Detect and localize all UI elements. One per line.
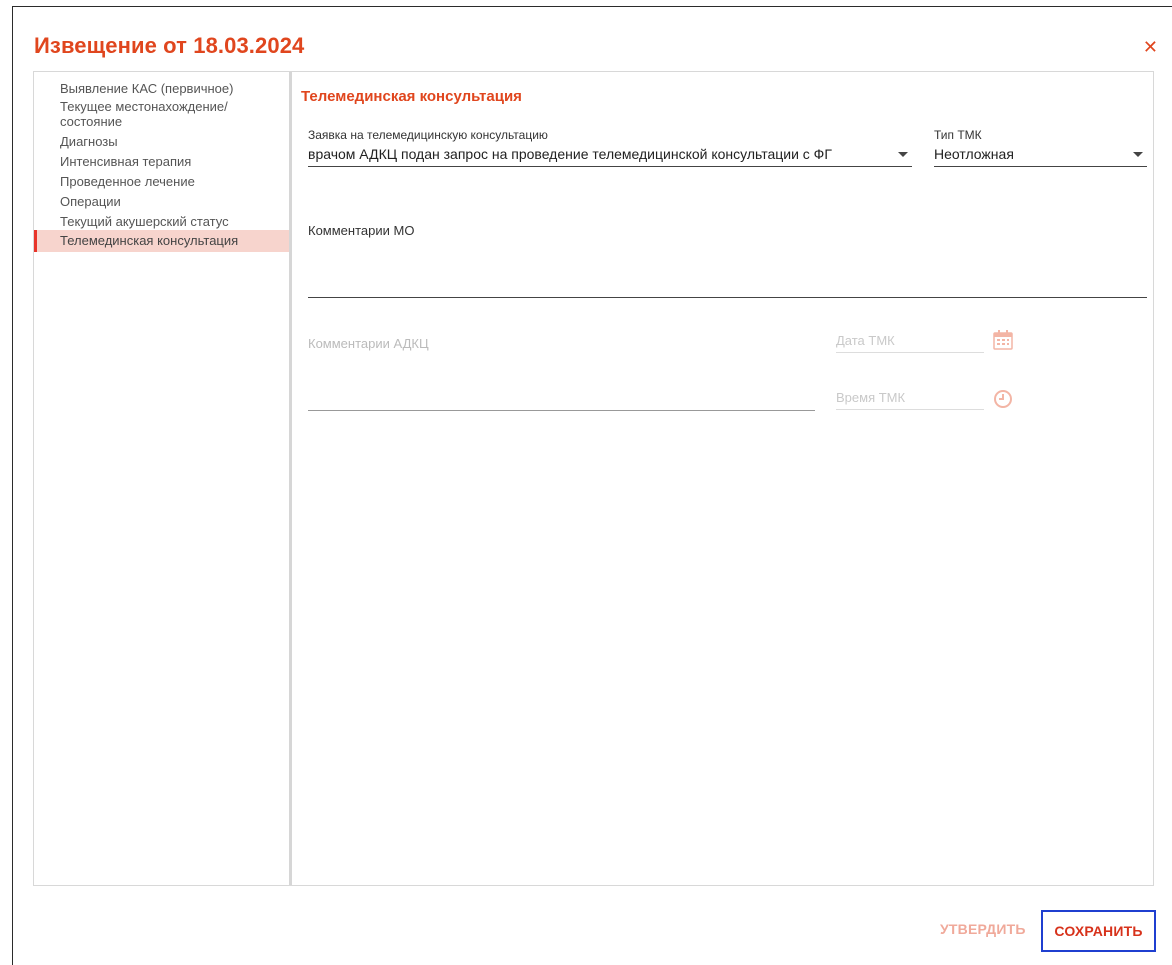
adkc-comments-label: Комментарии АДКЦ [308,336,429,351]
tmk-time-placeholder: Время ТМК [836,390,906,405]
clock-icon[interactable] [993,389,1013,409]
calendar-icon[interactable] [992,329,1014,351]
save-button[interactable]: СОХРАНИТЬ [1041,910,1156,952]
section-nav: Выявление КАС (первичное) Текущее местон… [34,72,292,885]
chevron-down-icon [898,152,908,157]
adkc-comments-field[interactable] [308,356,815,411]
dialog-title: Извещение от 18.03.2024 [34,33,305,58]
nav-item-treatment[interactable]: Проведенное лечение [34,170,289,190]
tmk-date-input[interactable]: Дата ТМК [836,330,984,353]
nav-item-obstetric-status[interactable]: Текущий акушерский статус [34,210,289,230]
mo-comments-field[interactable] [308,244,1147,298]
dialog-body: Выявление КАС (первичное) Текущее местон… [33,71,1154,886]
nav-item-intensive-care[interactable]: Интенсивная терапия [34,150,289,170]
approve-button[interactable]: УТВЕРДИТЬ [934,920,1032,938]
tmk-type-value: Неотложная [934,146,1014,162]
nav-item-current-location[interactable]: Текущее местонахождение/ состояние [34,97,289,130]
section-title: Телемединская консультация [301,88,522,105]
section-content: Телемединская консультация Заявка на тел… [293,72,1153,885]
tmk-type-label: Тип ТМК [934,128,982,142]
nav-item-operations[interactable]: Операции [34,190,289,210]
tmk-type-select[interactable]: Неотложная [934,144,1147,167]
nav-item-diagnoses[interactable]: Диагнозы [34,130,289,150]
request-value: врачом АДКЦ подан запрос на проведение т… [308,146,832,162]
tmk-time-input[interactable]: Время ТМК [836,387,984,410]
nav-item-kas-detection[interactable]: Выявление КАС (первичное) [34,80,289,97]
notification-dialog: Извещение от 18.03.2024 ✕ Выявление КАС … [12,6,1172,965]
nav-item-telemedicine[interactable]: Телемединская консультация [34,230,289,252]
request-select[interactable]: врачом АДКЦ подан запрос на проведение т… [308,144,912,167]
tmk-date-placeholder: Дата ТМК [836,333,895,348]
close-icon[interactable]: ✕ [1143,37,1158,57]
chevron-down-icon [1133,152,1143,157]
mo-comments-label: Комментарии МО [308,223,415,238]
request-label: Заявка на телемедицинскую консультацию [308,128,548,142]
